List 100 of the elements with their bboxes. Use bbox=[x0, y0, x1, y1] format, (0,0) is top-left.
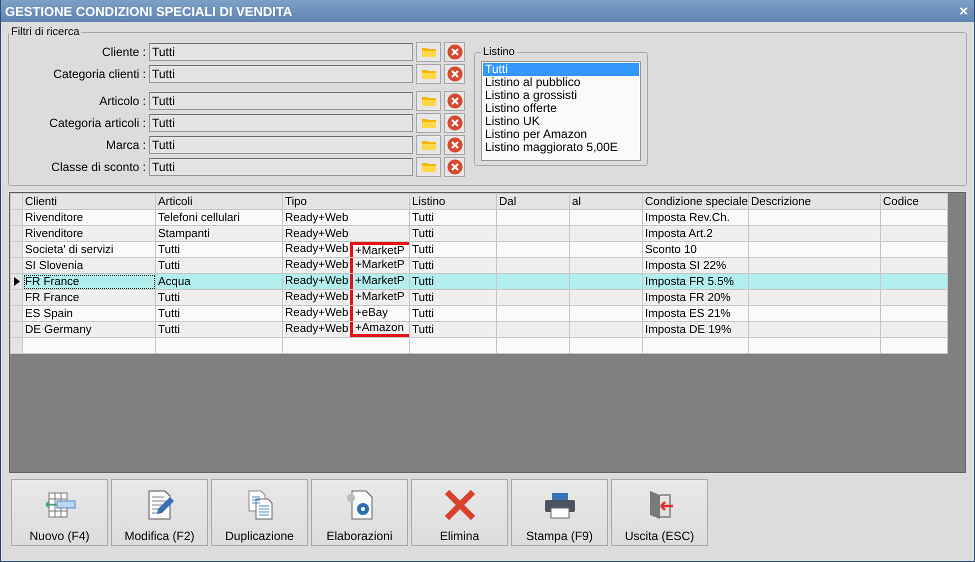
table-cell: Rivenditore bbox=[22, 210, 156, 226]
table-cell: Imposta FR 5.5% bbox=[642, 274, 748, 290]
table-cell: Ready+Web bbox=[282, 226, 410, 242]
table-cell: Tutti bbox=[156, 322, 282, 338]
table-cell: DE Germany bbox=[22, 322, 156, 338]
table-cell: Ready+Web bbox=[285, 274, 348, 288]
table-cell: Tutti bbox=[410, 306, 496, 322]
column-header[interactable]: Codice bbox=[880, 194, 948, 210]
table-cell: Tutti bbox=[410, 322, 496, 338]
field-label: Cliente : bbox=[100, 45, 146, 59]
clear-icon bbox=[446, 159, 462, 175]
table-cell: Stampanti bbox=[156, 226, 282, 242]
table-row[interactable]: SI Slovenia Tutti Ready+Web +MarketP Tutti Imposta SI 22% bbox=[10, 258, 948, 274]
input-field[interactable]: Tutti bbox=[149, 158, 413, 176]
column-header[interactable]: Tipo bbox=[282, 194, 410, 210]
clear-button[interactable] bbox=[444, 113, 465, 133]
list-item[interactable]: Listino per Amazon bbox=[483, 128, 639, 141]
clear-icon bbox=[446, 66, 462, 82]
window-title: GESTIONE CONDIZIONI SPECIALI DI VENDITA bbox=[5, 4, 292, 18]
list-item[interactable]: Listino offerte bbox=[483, 102, 639, 115]
table-cell: Tutti bbox=[410, 258, 496, 274]
table-cell: Tutti bbox=[410, 242, 496, 258]
table-cell: Tutti bbox=[156, 290, 282, 306]
toolbar-button[interactable]: Modifica (F2) bbox=[111, 479, 208, 546]
group-title: Listino bbox=[482, 46, 516, 58]
table-row[interactable]: Rivenditore Stampanti Ready+Web Tutti Imposta Art.2 bbox=[10, 226, 948, 242]
folder-icon bbox=[420, 95, 436, 107]
table-row[interactable]: DE Germany Tutti Ready+Web +Amazon Tutti Imposta DE 19% bbox=[10, 322, 948, 338]
clear-button[interactable] bbox=[444, 135, 465, 155]
table-cell: Ready+Web bbox=[285, 242, 348, 256]
folder-icon bbox=[420, 46, 436, 58]
clear-icon bbox=[446, 115, 462, 131]
list-item[interactable]: Listino a grossisti bbox=[483, 89, 639, 102]
table-cell: Rivenditore bbox=[22, 226, 156, 242]
table-cell: Imposta DE 19% bbox=[642, 322, 748, 338]
table-icon bbox=[42, 490, 76, 520]
table-cell: Tutti bbox=[156, 258, 282, 274]
column-header[interactable]: Listino bbox=[410, 194, 496, 210]
input-field[interactable]: Tutti bbox=[149, 92, 413, 110]
toolbar-button[interactable]: Uscita (ESC) bbox=[611, 479, 708, 546]
input-field[interactable]: Tutti bbox=[149, 136, 413, 154]
table-cell: Imposta ES 21% bbox=[642, 306, 748, 322]
printer-icon bbox=[542, 490, 576, 520]
field-label: Marca : bbox=[104, 138, 146, 152]
field-label: Categoria articoli : bbox=[48, 116, 146, 130]
list-item[interactable]: Listino maggiorato 5,00E bbox=[483, 141, 639, 154]
table-cell: Acqua bbox=[156, 274, 282, 290]
column-header[interactable]: Clienti bbox=[22, 194, 156, 210]
table-cell: Tutti bbox=[156, 242, 282, 258]
input-field[interactable]: Tutti bbox=[149, 43, 413, 61]
folder-icon bbox=[420, 139, 436, 151]
table-cell: Ready+Web bbox=[285, 290, 348, 304]
table-cell: Imposta SI 22% bbox=[642, 258, 748, 274]
folder-icon bbox=[420, 68, 436, 80]
table-cell: Sconto 10 bbox=[642, 242, 748, 258]
table-cell: Tutti bbox=[410, 274, 496, 290]
table-cell: Societa' di servizi bbox=[22, 242, 156, 258]
table-cell: Ready+Web bbox=[285, 258, 348, 272]
table-cell: Imposta Art.2 bbox=[642, 226, 748, 242]
input-field[interactable]: Tutti bbox=[149, 114, 413, 132]
table-row[interactable]: FR France Tutti Ready+Web +MarketP Tutti Imposta FR 20% bbox=[10, 290, 948, 306]
table-cell: Ready+Web bbox=[285, 306, 348, 320]
list-box[interactable]: Tutti Listino al pubblico Listino a grossisti Listino offerte Listino UK Listino per Amazon Listino maggiorato 5,00E bbox=[481, 61, 641, 161]
toolbar-button[interactable]: Nuovo (F4) bbox=[11, 479, 108, 546]
column-header[interactable]: Descrizione bbox=[748, 194, 880, 210]
toolbar-button[interactable]: Stampa (F9) bbox=[511, 479, 608, 546]
clear-icon bbox=[446, 44, 462, 60]
input-field[interactable]: Tutti bbox=[149, 65, 413, 83]
clear-button[interactable] bbox=[444, 91, 465, 111]
table-row[interactable]: Rivenditore Telefoni cellulari Ready+Web Tutti Imposta Rev.Ch. bbox=[10, 210, 948, 226]
column-header[interactable]: Dal bbox=[496, 194, 570, 210]
field-label: Classe di sconto : bbox=[50, 160, 146, 174]
table-cell: Ready+Web bbox=[285, 322, 348, 336]
list-item[interactable]: Listino UK bbox=[483, 115, 639, 128]
table-cell: Tutti bbox=[410, 210, 496, 226]
table-cell: FR France bbox=[22, 274, 156, 290]
table-row[interactable]: ES Spain Tutti Ready+Web +eBay Tutti Imposta ES 21% bbox=[10, 306, 948, 322]
toolbar-button[interactable]: Elaborazioni bbox=[311, 479, 408, 546]
row-pointer-icon bbox=[14, 277, 20, 286]
column-header[interactable]: Articoli bbox=[156, 194, 282, 210]
table-cell: Tutti bbox=[156, 306, 282, 322]
table-cell: ES Spain bbox=[22, 306, 156, 322]
clear-icon bbox=[446, 137, 462, 153]
delete-icon bbox=[444, 490, 476, 520]
group-title: Filtri di ricerca bbox=[10, 26, 80, 38]
field-label: Articolo : bbox=[98, 94, 146, 108]
toolbar-button[interactable]: Elimina bbox=[411, 479, 508, 546]
clear-button[interactable] bbox=[444, 42, 465, 62]
column-header[interactable]: al bbox=[570, 194, 642, 210]
clear-button[interactable] bbox=[444, 64, 465, 84]
clear-button[interactable] bbox=[444, 157, 465, 177]
table-cell: FR France bbox=[22, 290, 156, 306]
clear-icon bbox=[446, 93, 462, 109]
list-item[interactable]: Listino al pubblico bbox=[483, 76, 639, 89]
table-cell: Tutti bbox=[410, 290, 496, 306]
toolbar-button[interactable]: Duplicazione bbox=[211, 479, 308, 546]
column-header[interactable]: Condizione speciale bbox=[642, 194, 748, 210]
table-cell: SI Slovenia bbox=[22, 258, 156, 274]
table-row[interactable]: Societa' di servizi Tutti Ready+Web +MarketP Tutti Sconto 10 bbox=[10, 242, 948, 258]
table-cell: Telefoni cellulari bbox=[156, 210, 282, 226]
